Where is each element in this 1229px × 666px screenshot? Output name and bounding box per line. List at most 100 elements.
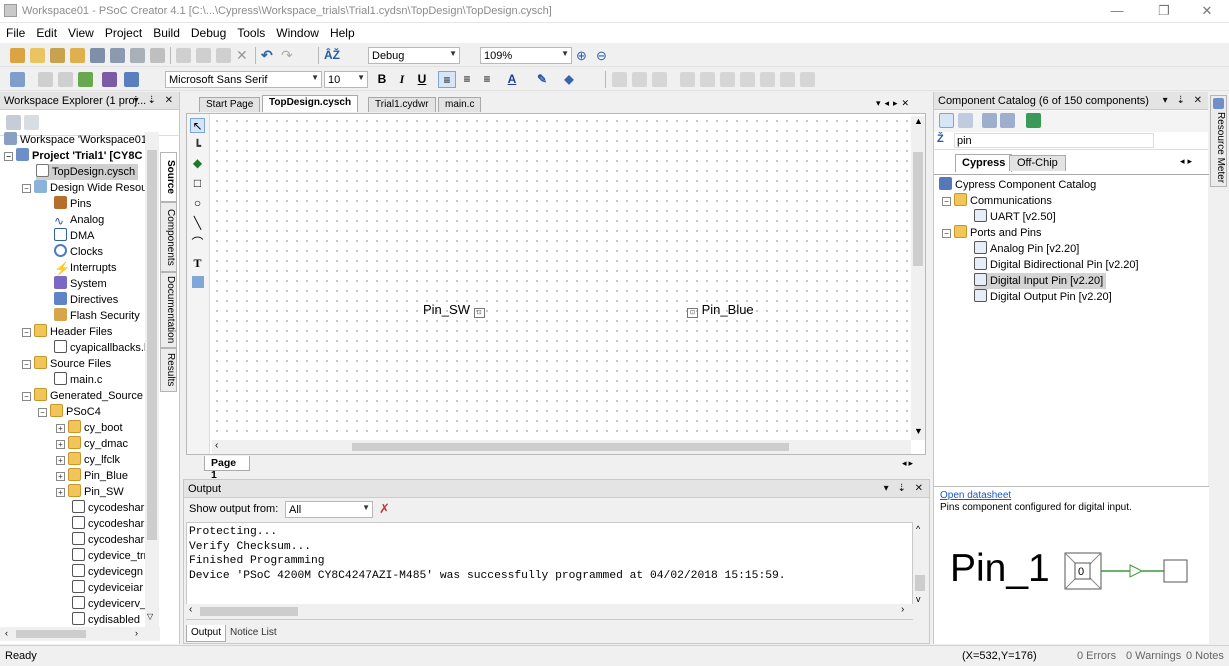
tab-trial1-cydwr[interactable]: Trial1.cydwr: [368, 97, 436, 112]
resource-meter-tab[interactable]: Resource Meter: [1210, 95, 1227, 187]
catalog-root[interactable]: Cypress Component Catalog: [939, 177, 1096, 193]
catalog-refresh-icon[interactable]: [1026, 113, 1041, 128]
build-config-select[interactable]: Debug ▼: [368, 47, 460, 64]
print-icon[interactable]: [130, 48, 145, 63]
page-nav-icon[interactable]: ◂▸: [902, 458, 915, 469]
collapse-toggle-icon[interactable]: −: [22, 328, 31, 337]
maximize-button[interactable]: ❐: [1142, 0, 1186, 22]
scroll-left-icon[interactable]: ‹: [189, 604, 192, 615]
side-tab-documentation[interactable]: Documentation: [160, 272, 177, 348]
italic-button[interactable]: I: [393, 71, 411, 88]
canvas-vscroll[interactable]: ▲ ▼: [911, 116, 925, 440]
catalog-search-input[interactable]: pin: [954, 133, 1154, 148]
collapse-toggle-icon[interactable]: −: [22, 360, 31, 369]
tab-start-page[interactable]: Start Page: [199, 97, 261, 112]
expand-icon[interactable]: [24, 115, 39, 130]
tree-item-flash-security[interactable]: Flash Security: [54, 308, 140, 324]
tree-item-pins[interactable]: Pins: [54, 196, 91, 212]
tree-item-psoc4[interactable]: − PSoC4: [38, 404, 101, 420]
tree-item-workspace[interactable]: Workspace 'Workspace01' (: [4, 132, 156, 148]
scroll-down-icon[interactable]: v: [916, 594, 921, 604]
save-all-icon[interactable]: [110, 48, 125, 63]
distribute-icon[interactable]: [632, 72, 647, 87]
line-tool-icon[interactable]: ╲: [190, 216, 205, 231]
menu-debug[interactable]: Debug: [185, 23, 231, 40]
font-size-select[interactable]: 10 ▼: [324, 71, 368, 88]
expand-toggle-icon[interactable]: +: [56, 472, 65, 481]
tree-item-generated-file[interactable]: cycodeshar: [72, 532, 144, 548]
tree-item-generated-file[interactable]: cycodeshar: [72, 500, 144, 516]
add-item-icon[interactable]: [50, 48, 65, 63]
page-tab[interactable]: Page 1: [204, 456, 250, 481]
output-vscroll[interactable]: ^ v: [913, 522, 927, 620]
menu-view[interactable]: View: [62, 23, 99, 40]
tree-item-generated-file[interactable]: cydeviceiar: [72, 580, 143, 596]
pin-blue-component[interactable]: ⊡ Pin_Blue: [687, 302, 754, 318]
catalog-list-icon[interactable]: [958, 113, 973, 128]
fill-color-button[interactable]: ◆: [560, 71, 578, 88]
pointer-tool-icon[interactable]: ↖: [190, 118, 205, 133]
tab-topdesign[interactable]: TopDesign.cysch: [262, 95, 359, 112]
menu-build[interactable]: Build: [147, 23, 185, 40]
scroll-up-icon[interactable]: ^: [916, 524, 920, 534]
scroll-thumb[interactable]: [16, 630, 86, 638]
side-tab-source[interactable]: Source: [160, 152, 177, 202]
align-left-button[interactable]: ≡: [438, 71, 456, 88]
print-preview-icon[interactable]: [150, 48, 165, 63]
tree-item-system[interactable]: System: [54, 276, 107, 292]
menu-help[interactable]: Help: [324, 23, 360, 40]
tree-item-generated-file[interactable]: cycodeshar: [72, 516, 144, 532]
tree-item-interrupts[interactable]: ⚡Interrupts: [54, 260, 116, 276]
scroll-down-icon[interactable]: ▽: [147, 612, 153, 621]
tree-item-generated-source[interactable]: − Generated_Source: [22, 388, 143, 404]
build-icon[interactable]: [38, 72, 53, 87]
open-icon[interactable]: [70, 48, 85, 63]
workspace-tree-hscroll[interactable]: ‹ ›: [0, 627, 160, 641]
font-color-button[interactable]: A: [503, 71, 521, 88]
menu-file[interactable]: File: [0, 23, 30, 40]
zoom-in-icon[interactable]: ⊕: [576, 48, 591, 63]
bold-button[interactable]: B: [373, 71, 391, 88]
send-back-icon[interactable]: [780, 72, 795, 87]
find-icon[interactable]: ÂŽ: [324, 48, 340, 63]
text-tool-icon[interactable]: T: [190, 256, 205, 271]
scroll-right-icon[interactable]: ›: [135, 628, 138, 638]
tree-item-source-files[interactable]: − Source Files: [22, 356, 111, 372]
tab-main-c[interactable]: main.c: [438, 97, 482, 112]
panel-header-buttons[interactable]: ▾ ⇣ ✕: [1163, 95, 1205, 106]
debug-icon[interactable]: [124, 72, 139, 87]
program-icon[interactable]: [102, 72, 117, 87]
new-file-icon[interactable]: [30, 48, 45, 63]
catalog-item-digital-input-pin[interactable]: Digital Input Pin [v2.20]: [974, 273, 1107, 289]
tree-item-cyapicallbacks[interactable]: cyapicallbacks.l: [54, 340, 146, 356]
cut-icon[interactable]: [176, 48, 191, 63]
flip-v-icon[interactable]: [740, 72, 755, 87]
tab-cypress[interactable]: Cypress: [955, 154, 1013, 172]
tree-item-analog[interactable]: ∿ Analog: [54, 212, 104, 228]
clean-icon[interactable]: [58, 72, 73, 87]
image-tool-icon[interactable]: [192, 276, 204, 288]
new-project-icon[interactable]: [10, 48, 25, 63]
catalog-category-ports-pins[interactable]: − Ports and Pins: [942, 225, 1042, 241]
tab-notice-list[interactable]: Notice List: [226, 625, 281, 642]
group-icon[interactable]: [652, 72, 667, 87]
delete-icon[interactable]: ✕: [236, 48, 251, 63]
canvas-hscroll[interactable]: ‹: [212, 440, 911, 454]
save-icon[interactable]: [90, 48, 105, 63]
snap-icon[interactable]: [800, 72, 815, 87]
collapse-toggle-icon[interactable]: −: [942, 197, 951, 206]
rectangle-tool-icon[interactable]: □: [190, 176, 205, 191]
tree-item-generated-file[interactable]: cydevicegn: [72, 564, 143, 580]
show-output-select[interactable]: All ▼: [285, 501, 373, 518]
scroll-thumb[interactable]: [352, 443, 789, 451]
tree-item-header-files[interactable]: − Header Files: [22, 324, 112, 340]
underline-button[interactable]: U: [413, 71, 431, 88]
copy-icon[interactable]: [196, 48, 211, 63]
zoom-out-icon[interactable]: ⊖: [596, 48, 611, 63]
flip-h-icon[interactable]: [720, 72, 735, 87]
tab-nav-buttons[interactable]: ▾◂▸✕: [876, 98, 913, 109]
collapse-toggle-icon[interactable]: −: [38, 408, 47, 417]
layout-icon[interactable]: [10, 72, 25, 87]
tree-item-design-wide-resources[interactable]: − Design Wide Resou: [22, 180, 147, 196]
tab-output[interactable]: Output: [186, 625, 227, 642]
